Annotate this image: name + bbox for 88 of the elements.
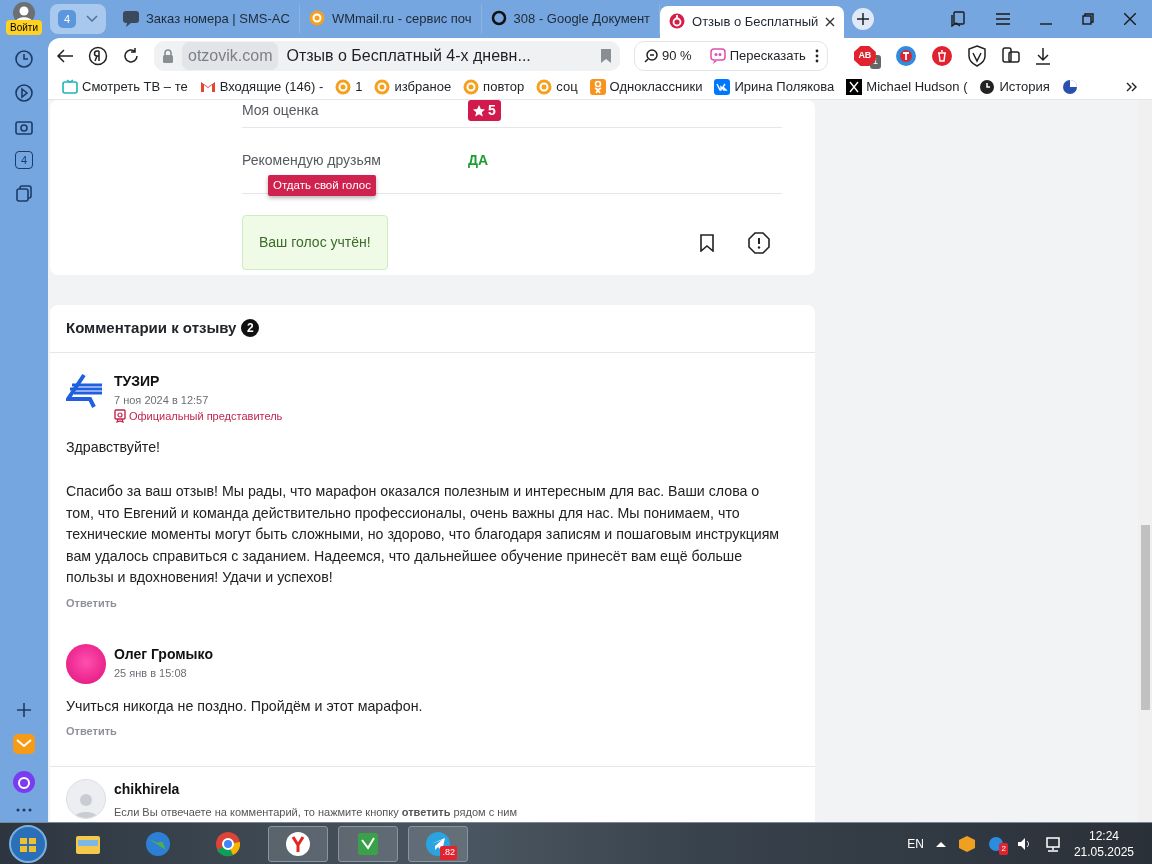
comment-text: Спасибо за ваш отзыв! Мы рады, что марафон оказался полезным и интересным для вас. Ваши слова о том, что Евгений и команда действительно профессионалы, очень важны для нас. Мы понимаем, что технические моменты могут быть сложными, но здорово, что благодаря записям и пошаговым инструкциям вам удалось справиться с заданием. Надеемся, что дальнейшее обучение принесёт вам ещё больше пользы и вдохновения! Удачи и успехов! [66, 482, 781, 587]
bookmark-link[interactable]: Входящие (146) - [199, 76, 324, 97]
box-icon[interactable] [957, 834, 976, 853]
more-vertical-icon[interactable] [814, 49, 819, 63]
clock-icon [979, 78, 996, 95]
play-icon[interactable] [14, 83, 34, 103]
field-value: ДА [468, 151, 489, 170]
login-button[interactable]: Войти [6, 20, 42, 35]
field-label: Моя оценка [242, 101, 320, 120]
zoom-out-icon [644, 49, 658, 63]
restore-icon[interactable] [1082, 13, 1094, 25]
chevron-down-icon [86, 15, 98, 23]
bookmark-link[interactable]: повтор [463, 76, 525, 97]
x-icon [846, 78, 863, 95]
bookmark-link[interactable]: Одноклассники [589, 76, 703, 97]
close-icon[interactable] [825, 17, 836, 27]
download-icon[interactable] [1034, 47, 1051, 65]
star-icon [473, 104, 485, 117]
chrome-icon[interactable] [214, 829, 242, 858]
globe-icon[interactable] [894, 45, 917, 67]
bookmark-link[interactable]: Смотреть ТВ – те [62, 76, 188, 97]
new-tab-button[interactable] [852, 8, 875, 30]
menu-icon[interactable] [996, 13, 1010, 25]
summarize-button[interactable]: Пересказать [708, 45, 807, 67]
close-icon[interactable] [1124, 13, 1136, 25]
rating-badge: 5 [468, 100, 501, 121]
comment-count: 2 [241, 319, 260, 338]
avatar [66, 643, 106, 684]
vk-icon [714, 78, 731, 95]
section-title: Комментарии к отзыву [66, 318, 237, 338]
field-label: Рекомендую друзьям [242, 151, 382, 170]
author-name: chikhirela [114, 780, 181, 799]
address-bar[interactable]: otzovik.com Отзыв о Бесплатный 4-х дневн... [154, 41, 620, 71]
comment-text: Здравствуйте! [66, 437, 161, 457]
chat-bubble-icon [123, 10, 139, 28]
assistant-icon[interactable] [12, 770, 36, 794]
tv-icon [62, 78, 78, 95]
start-button[interactable] [8, 823, 48, 864]
language-indicator[interactable]: EN [907, 834, 924, 853]
copy-icon[interactable] [14, 183, 34, 203]
scrollbar-thumb[interactable] [1141, 525, 1150, 710]
caret-up-icon[interactable] [935, 840, 946, 847]
browser-tab[interactable]: Отзыв о Бесплатный [660, 6, 845, 38]
comment-text: Учиться никогда не поздно. Пройдём и этот марафон. [66, 696, 424, 716]
plus-icon [857, 13, 870, 25]
plus-icon[interactable] [16, 702, 32, 718]
clock-icon[interactable] [14, 49, 34, 69]
bookmarks-icon[interactable] [950, 11, 966, 27]
tooltip: Отдать свой голос [268, 175, 376, 197]
bookmark-icon[interactable] [700, 233, 714, 252]
pie-icon[interactable] [1061, 78, 1078, 95]
zoom-button[interactable]: 90 % [643, 45, 693, 67]
notification-badge: .82 [440, 846, 457, 860]
comment-date: 7 ноя 2024 в 12:57 [114, 392, 210, 408]
bookmark-link[interactable]: соц [536, 76, 578, 97]
person-icon [589, 78, 606, 95]
more-icon[interactable] [16, 808, 32, 812]
trash-icon[interactable] [930, 45, 953, 67]
official-label: Официальный представитель [129, 409, 283, 424]
clock[interactable]: 12:24 21.05.2025 [1073, 827, 1144, 860]
author-name: Олег Громыко [114, 644, 213, 664]
timer-icon [669, 13, 686, 31]
back-arrow-icon[interactable] [56, 48, 74, 64]
author-name: ТУЗИР [114, 371, 161, 391]
notification-badge: 2 [999, 842, 1008, 855]
yandex-browser-icon[interactable] [284, 829, 312, 858]
shield-icon[interactable] [966, 45, 987, 67]
tab-count-button[interactable]: 4 [15, 151, 33, 169]
yandex-icon[interactable] [88, 46, 108, 66]
browser-tab[interactable]: WMmail.ru - сервис поч [299, 4, 482, 34]
bookmark-link[interactable]: Michael Hudson ( [846, 76, 968, 97]
network-icon[interactable] [1043, 835, 1062, 852]
vote-message: Ваш голос учтён! [242, 215, 388, 270]
comment-date: 25 янв в 15:08 [114, 665, 188, 681]
certificate-icon [114, 409, 126, 424]
chevrons-right-icon[interactable] [1126, 81, 1138, 92]
quote-icon [709, 48, 726, 64]
bookmark-link[interactable]: История [979, 76, 1050, 97]
bookmark-link[interactable]: 1 [335, 76, 363, 97]
reload-icon[interactable] [122, 47, 140, 65]
browser-tab[interactable]: Заказ номера | SMS-AC [114, 4, 300, 34]
alert-icon[interactable] [748, 231, 770, 254]
bookmark-link[interactable]: избраное [374, 76, 452, 97]
hint-text: Если Вы отвечаете на комментарий, то нажмите кнопку ответить рядом с ним [114, 805, 517, 820]
lock-icon [162, 49, 174, 63]
globe-icon[interactable] [144, 829, 172, 858]
ring-icon [490, 10, 507, 28]
bookmark-link[interactable]: Ирина Полякова [714, 76, 835, 97]
